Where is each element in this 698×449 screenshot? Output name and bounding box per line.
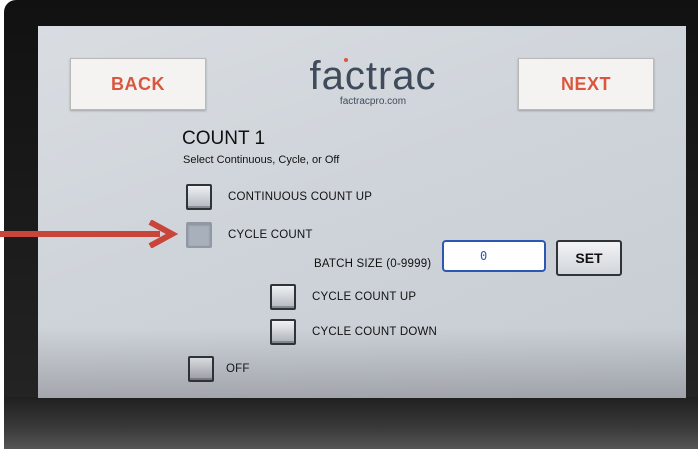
batch-size-input[interactable]: 0 — [442, 240, 546, 272]
back-button[interactable]: BACK — [70, 58, 206, 110]
batch-size-label: BATCH SIZE (0-9999) — [314, 258, 432, 270]
logo-wordmark: factrac — [309, 54, 437, 98]
logo-accent-dot — [344, 58, 348, 62]
factrac-logo: factrac factracpro.com — [288, 54, 458, 118]
page-subtitle: Select Continuous, Cycle, or Off — [183, 154, 340, 166]
off-label: OFF — [226, 363, 250, 375]
set-button[interactable]: SET — [556, 240, 622, 276]
cycle-count-up-checkbox[interactable] — [270, 284, 296, 310]
touch-screen: BACK factrac factracpro.com NEXT COUNT 1… — [38, 26, 686, 398]
continuous-count-up-checkbox[interactable] — [186, 184, 212, 210]
cycle-count-label: CYCLE COUNT — [228, 229, 313, 241]
option-cycle-count-up[interactable]: CYCLE COUNT UP — [270, 284, 416, 310]
arrow-right-icon — [0, 220, 179, 248]
option-continuous-count-up[interactable]: CONTINUOUS COUNT UP — [186, 184, 372, 210]
cycle-count-up-label: CYCLE COUNT UP — [312, 291, 417, 303]
cycle-count-down-checkbox[interactable] — [270, 319, 296, 345]
cycle-count-checkbox[interactable] — [186, 222, 212, 248]
bezel-shade — [4, 397, 698, 449]
page-title: COUNT 1 — [182, 128, 266, 149]
option-cycle-count[interactable]: CYCLE COUNT — [186, 222, 313, 248]
next-button[interactable]: NEXT — [518, 58, 654, 110]
continuous-count-up-label: CONTINUOUS COUNT UP — [228, 191, 373, 203]
option-off[interactable]: OFF — [188, 356, 250, 382]
option-cycle-count-down[interactable]: CYCLE COUNT DOWN — [270, 319, 437, 345]
cycle-count-down-label: CYCLE COUNT DOWN — [312, 326, 438, 338]
off-checkbox[interactable] — [188, 356, 214, 382]
